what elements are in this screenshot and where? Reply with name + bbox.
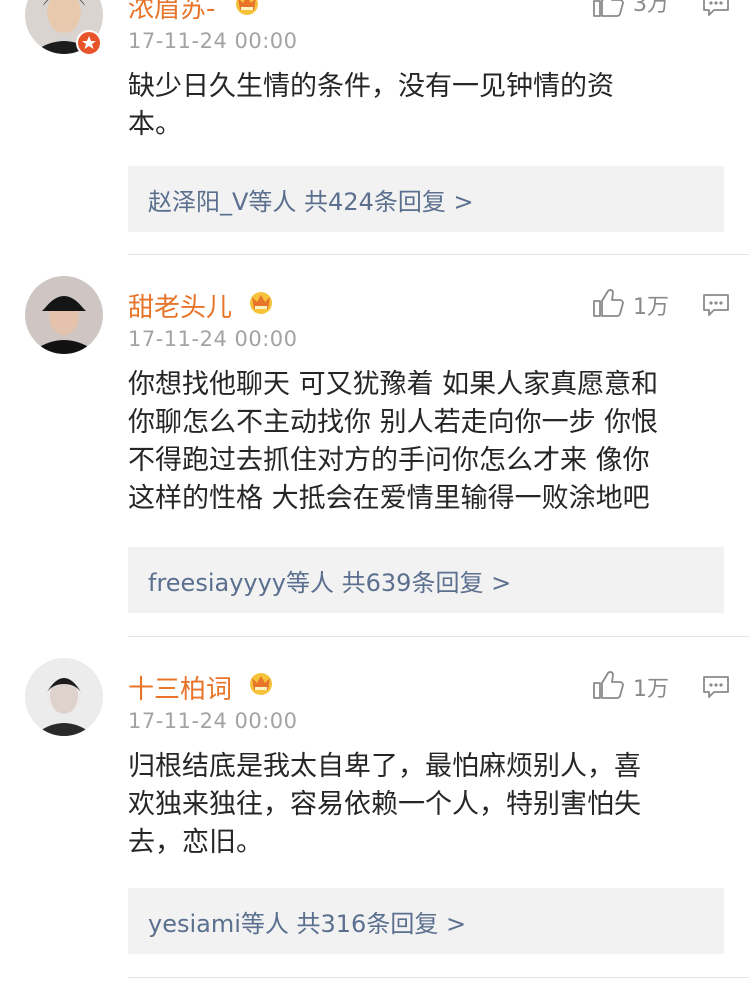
comment-text: 缺少日久生情的条件，没有一见钟情的资 本。: [128, 68, 728, 144]
divider: [128, 254, 749, 255]
crown-icon: [246, 670, 276, 696]
comment-text-line: 归根结底是我太自卑了，最怕麻烦别人，喜: [128, 751, 641, 782]
reply-summary-text: 赵泽阳_V等人 共424条回复 >: [148, 188, 474, 216]
comment-text: 归根结底是我太自卑了，最怕麻烦别人，喜 欢独来独往，容易依赖一个人，特别害怕失 …: [128, 748, 728, 862]
comment-text-line: 你聊怎么不主动找你 别人若走向你一步 你恨: [128, 407, 659, 438]
divider: [128, 977, 749, 978]
username[interactable]: 十三柏词: [128, 669, 232, 706]
divider: [128, 636, 749, 637]
thumbs-up-icon[interactable]: [592, 0, 624, 18]
comment-text-line: 欢独来独往，容易依赖一个人，特别害怕失: [128, 789, 641, 820]
like-count: 1万: [633, 295, 669, 320]
comment-icon[interactable]: [702, 292, 730, 318]
comment-icon[interactable]: [702, 674, 730, 700]
reply-summary-text: yesiami等人 共316条回复 >: [148, 910, 467, 938]
comment-text-line: 你想找他聊天 可又犹豫着 如果人家真愿意和: [128, 369, 659, 400]
reply-summary-text: freesiayyyy等人 共639条回复 >: [148, 569, 512, 597]
like-count: 3万: [633, 0, 669, 17]
avatar[interactable]: [25, 276, 103, 354]
reply-summary[interactable]: freesiayyyy等人 共639条回复 >: [128, 547, 724, 613]
thumbs-up-icon[interactable]: [592, 670, 624, 700]
timestamp: 17-11-24 00:00: [128, 709, 298, 733]
timestamp: 17-11-24 00:00: [128, 327, 298, 351]
reply-summary[interactable]: 赵泽阳_V等人 共424条回复 >: [128, 166, 724, 232]
avatar[interactable]: [25, 658, 103, 736]
timestamp: 17-11-24 00:00: [128, 29, 298, 53]
comment-text: 你想找他聊天 可又犹豫着 如果人家真愿意和 你聊怎么不主动找你 别人若走向你一步…: [128, 366, 728, 518]
reply-summary[interactable]: yesiami等人 共316条回复 >: [128, 888, 724, 954]
crown-icon: [246, 289, 276, 315]
comment-text-line: 本。: [128, 109, 182, 140]
comment-text-line: 去，恋旧。: [128, 827, 263, 858]
verified-badge-icon: [76, 30, 102, 56]
comment-text-line: 这样的性格 大抵会在爱情里输得一败涂地吧: [128, 483, 650, 514]
like-count: 1万: [633, 677, 669, 702]
thumbs-up-icon[interactable]: [592, 288, 624, 318]
crown-icon: [232, 0, 262, 16]
comment-text-line: 缺少日久生情的条件，没有一见钟情的资: [128, 71, 614, 102]
comment-icon[interactable]: [702, 0, 730, 18]
username[interactable]: 浓眉苏-: [128, 0, 215, 25]
comment-text-line: 不得跑过去抓住对方的手问你怎么才来 像你: [128, 445, 650, 476]
username[interactable]: 甜老头儿: [128, 287, 232, 324]
